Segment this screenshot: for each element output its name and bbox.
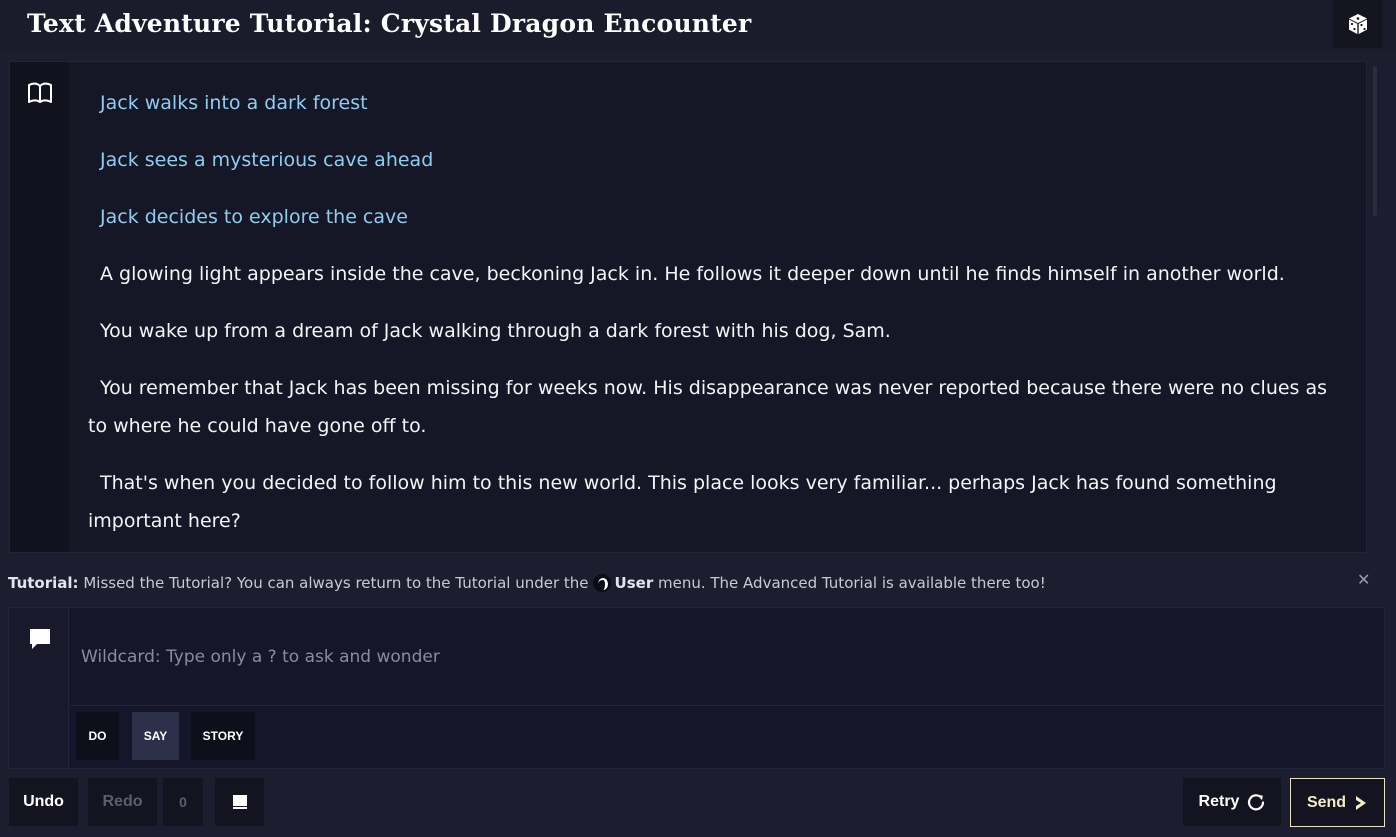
story-paragraph: You wake up from a dream of Jack walking… (100, 320, 891, 342)
memory-button[interactable] (215, 778, 264, 826)
story-action: Jack decides to explore the cave (100, 206, 408, 228)
tutorial-label: Tutorial: (8, 574, 79, 592)
book-icon (232, 795, 247, 809)
redo-button[interactable]: Redo (88, 778, 157, 826)
story-panel: Jack walks into a dark forest Jack sees … (9, 61, 1367, 553)
retry-label: Retry (1198, 793, 1240, 810)
user-icon (592, 574, 611, 592)
close-icon[interactable]: ✕ (1357, 570, 1373, 590)
send-label: Send (1306, 793, 1347, 811)
mode-say-button[interactable]: SAY (132, 712, 179, 760)
header-bar: Text Adventure Tutorial: Crystal Dragon … (0, 0, 1396, 52)
redo-count: 0 (163, 778, 203, 826)
mode-selector: DO SAY STORY (70, 705, 1385, 769)
chevron-right-icon (1356, 795, 1367, 810)
story-gutter (10, 62, 69, 552)
mode-do-button[interactable]: DO (76, 712, 119, 760)
book-icon (28, 82, 52, 103)
action-input-panel: DO SAY STORY (8, 607, 1385, 769)
page-title: Text Adventure Tutorial: Crystal Dragon … (27, 9, 752, 38)
story-paragraph: That's when you decided to follow him to… (88, 472, 1277, 532)
story-text: Jack walks into a dark forest Jack sees … (88, 84, 1350, 552)
story-paragraph: A glowing light appears inside the cave,… (100, 263, 1285, 285)
mode-story-button[interactable]: STORY (191, 712, 255, 760)
story-scrollbar[interactable] (1373, 66, 1377, 216)
tutorial-message: Tutorial: Missed the Tutorial? You can a… (8, 574, 1046, 592)
tutorial-text-before: Missed the Tutorial? You can always retu… (83, 574, 589, 592)
story-action: Jack walks into a dark forest (100, 92, 368, 114)
user-menu-label: User (614, 574, 654, 592)
story-paragraph: You remember that Jack has been missing … (88, 377, 1328, 437)
action-input[interactable] (70, 608, 1385, 705)
tutorial-text-after: menu. The Advanced Tutorial is available… (658, 574, 1046, 592)
retry-icon (1248, 794, 1265, 811)
dice-icon (1348, 14, 1367, 34)
story-action: Jack sees a mysterious cave ahead (100, 149, 434, 171)
retry-button[interactable]: Retry (1183, 778, 1281, 826)
tutorial-banner: Tutorial: Missed the Tutorial? You can a… (0, 567, 1396, 599)
random-button[interactable] (1333, 0, 1382, 48)
speech-bubble-icon (30, 629, 50, 649)
send-button[interactable]: Send (1290, 778, 1385, 827)
undo-button[interactable]: Undo (9, 778, 78, 826)
input-gutter (9, 608, 69, 768)
